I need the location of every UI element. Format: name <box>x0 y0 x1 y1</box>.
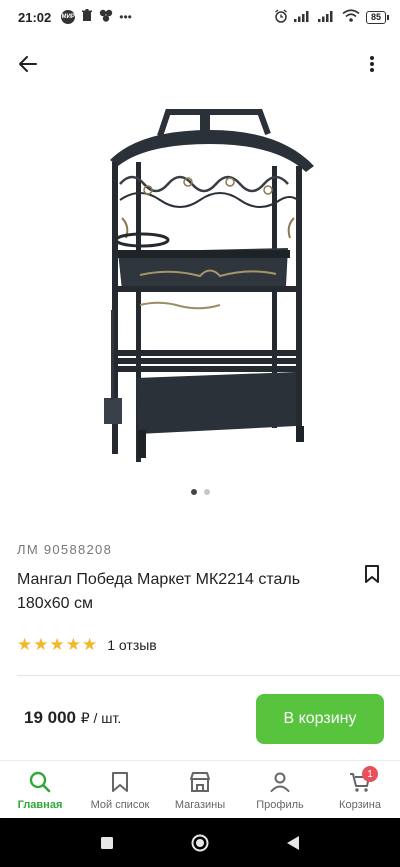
add-to-cart-button[interactable]: В корзину <box>256 694 384 744</box>
star-icon: ★ <box>49 635 65 654</box>
add-to-list-button[interactable] <box>356 558 388 590</box>
product-sku: ЛМ 90588208 <box>17 542 113 557</box>
more-options-button[interactable] <box>352 44 392 84</box>
star-icon: ★ <box>65 635 81 654</box>
trash-notification-icon <box>81 9 93 25</box>
product-price: 19 000 ₽ / шт. <box>24 708 121 728</box>
price-unit: ₽ / шт. <box>80 710 122 726</box>
nav-item-my-list[interactable]: Мой список <box>80 761 160 818</box>
mir-pay-icon: МИР <box>61 10 76 24</box>
status-time: 21:02 <box>18 9 52 25</box>
price-value: 19 000 <box>24 708 76 727</box>
divider <box>17 675 400 676</box>
product-image[interactable] <box>100 100 320 470</box>
system-back-button[interactable] <box>278 828 308 858</box>
battery-indicator: 85 <box>365 10 390 24</box>
star-icon: ★ <box>82 635 98 654</box>
nav-label-stores: Магазины <box>174 799 226 811</box>
alarm-icon <box>274 8 288 26</box>
square-icon <box>100 836 113 849</box>
app-bar <box>0 40 400 88</box>
search-icon <box>27 769 53 795</box>
product-title: Мангал Победа Маркет МК2214 сталь 180х60… <box>17 571 301 612</box>
nav-item-stores[interactable]: Магазины <box>160 761 240 818</box>
nav-item-profile[interactable]: Профиль <box>240 761 320 818</box>
circle-icon <box>191 834 209 851</box>
pagination-dot[interactable] <box>203 489 210 495</box>
image-pagination <box>0 489 400 495</box>
status-bar: 21:02 МИР ••• 85 <box>0 0 400 34</box>
star-icon: ★ <box>17 635 33 654</box>
home-button[interactable] <box>185 828 215 858</box>
triangle-back-icon <box>287 835 300 850</box>
pagination-dot-active[interactable] <box>190 489 197 495</box>
fan-notification-icon <box>99 9 113 25</box>
store-icon <box>187 769 213 795</box>
price-row: 19 000 ₽ / шт. В корзину <box>0 694 400 744</box>
profile-icon <box>267 769 293 795</box>
grill-illustration <box>104 109 314 462</box>
more-vertical-icon <box>370 56 374 72</box>
more-notifications-icon: ••• <box>119 10 132 24</box>
nav-item-home[interactable]: Главная <box>0 761 80 818</box>
bottom-navigation: Главная Мой список Магазины Профиль 1 Ко… <box>0 760 400 818</box>
bookmark-icon <box>365 565 379 583</box>
arrow-left-icon <box>19 56 37 72</box>
reviews-link[interactable]: 1 отзыв <box>107 637 157 653</box>
recent-apps-button[interactable] <box>92 828 122 858</box>
product-rating: ★ ★ ★ ★ ★ 1 отзыв <box>17 636 157 654</box>
nav-item-cart[interactable]: 1 Корзина <box>320 761 400 818</box>
back-button[interactable] <box>8 44 48 84</box>
signal-icon-2 <box>317 10 336 25</box>
nav-label-cart: Корзина <box>339 799 381 811</box>
nav-label-profile: Профиль <box>256 799 304 811</box>
star-icon: ★ <box>33 635 49 654</box>
rating-stars: ★ ★ ★ ★ ★ <box>17 636 97 654</box>
wifi-icon <box>342 9 360 25</box>
cart-count-badge: 1 <box>362 766 378 782</box>
signal-icon <box>293 10 312 25</box>
nav-label-home: Главная <box>17 799 63 811</box>
system-navigation-bar <box>0 818 400 867</box>
bookmark-icon <box>107 769 133 795</box>
nav-label-my-list: Мой список <box>90 799 150 811</box>
